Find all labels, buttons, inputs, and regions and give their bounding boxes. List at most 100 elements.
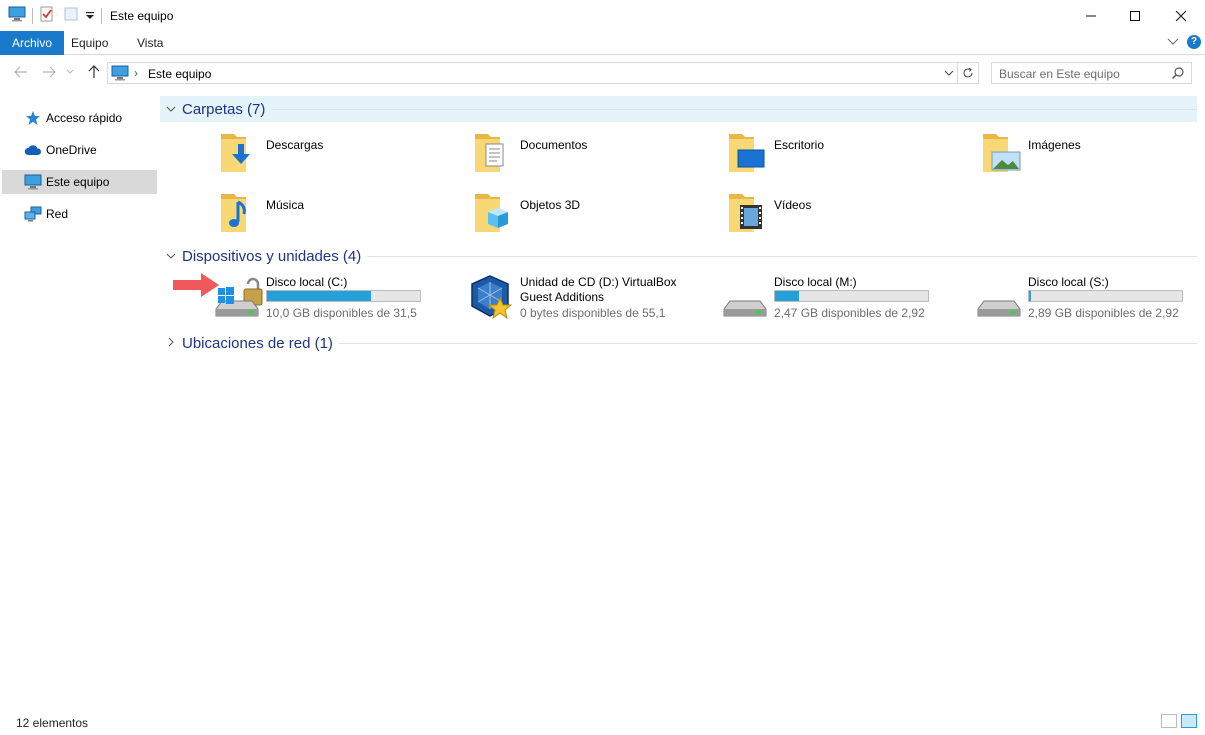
videos-folder-icon [729,194,762,232]
drive-m[interactable]: Disco local (M:) 2,47 GB disponibles de … [722,272,972,328]
chevron-down-icon[interactable] [160,103,182,115]
star-icon [24,110,42,126]
sidebar-item-onedrive[interactable]: OneDrive [2,138,157,162]
drive-c[interactable]: Disco local (C:) 10,0 GB disponibles de … [214,272,464,328]
qat-divider [101,7,102,24]
sidebar-item-label: Red [46,207,69,221]
folder-imagenes[interactable]: Imágenes [982,130,1205,182]
help-button[interactable]: ? [1187,35,1201,49]
sidebar-item-acceso-rapido[interactable]: Acceso rápido [2,106,157,130]
3d-objects-folder-icon [475,194,508,232]
folder-escritorio[interactable]: Escritorio [728,130,968,182]
virtualbox-cd-icon [471,275,513,320]
address-dropdown-icon[interactable] [940,63,958,83]
drive-name-line2: Guest Additions [520,290,605,304]
annotation-arrow-icon [173,273,219,297]
folder-name: Escritorio [774,138,825,152]
group-divider [271,108,1197,110]
maximize-button[interactable] [1112,0,1158,31]
group-title: Ubicaciones de red (1) [182,334,333,352]
documents-folder-icon [475,134,504,172]
tab-archivo[interactable]: Archivo [0,31,65,55]
folder-objetos-3d[interactable]: Objetos 3D [474,190,714,242]
computer-icon [24,174,42,190]
folder-documentos[interactable]: Documentos [474,130,714,182]
drive-s[interactable]: Disco local (S:) 2,89 GB disponibles de … [976,272,1205,328]
drive-usage-bar [266,290,421,302]
music-folder-icon [221,194,246,232]
network-icon [24,206,42,222]
cloud-icon [24,142,42,158]
pictures-folder-icon [983,134,1021,172]
group-header-ubicaciones-red[interactable]: Ubicaciones de red (1) [160,330,1197,356]
status-bar: 12 elementos [0,706,1205,735]
minimize-button[interactable] [1068,0,1114,31]
qat-divider [32,7,33,24]
drive-name: Disco local (M:) [774,275,857,289]
breadcrumb-este-equipo[interactable]: Este equipo [148,67,211,81]
folder-name: Vídeos [774,198,812,212]
search-placeholder: Buscar en Este equipo [999,67,1120,81]
drive-name: Disco local (C:) [266,275,348,289]
drive-name-line1: Unidad de CD (D:) VirtualBox [520,275,677,289]
drive-free-space: 2,89 GB disponibles de 2,92 [1028,306,1179,320]
group-header-carpetas[interactable]: Carpetas (7) [160,96,1197,122]
drive-free-space: 10,0 GB disponibles de 31,5 [266,306,417,320]
folder-name: Música [266,198,305,212]
tiles-view-icon[interactable] [1181,714,1197,728]
details-view-icon[interactable] [1161,714,1177,728]
search-input[interactable]: Buscar en Este equipo [991,62,1192,84]
close-button[interactable] [1158,0,1204,31]
drive-free-space: 0 bytes disponibles de 55,1 [520,306,666,320]
sidebar-item-red[interactable]: Red [2,202,157,226]
properties-icon[interactable] [39,6,55,25]
sidebar-item-label: Este equipo [46,175,110,189]
up-arrow-icon[interactable] [85,64,103,80]
sidebar-item-label: OneDrive [46,143,97,157]
chevron-down-icon[interactable] [160,250,182,262]
drive-icon [977,300,1021,317]
recent-locations-icon[interactable] [64,64,76,80]
expand-ribbon-icon[interactable] [1167,35,1179,49]
folder-musica[interactable]: Música [220,190,460,242]
ribbon-tabs: Archivo Equipo Vista ? [0,31,1205,55]
drive-usage-fill [1029,291,1031,301]
sidebar-item-label: Acceso rápido [46,111,123,125]
sidebar-item-este-equipo[interactable]: Este equipo [2,170,157,194]
group-divider [367,255,1197,257]
search-icon[interactable] [1171,66,1185,83]
refresh-icon[interactable] [958,63,978,83]
folder-name: Imágenes [1028,138,1081,152]
folder-name: Descargas [266,138,324,152]
customize-qat-icon[interactable] [85,9,95,23]
drive-icon [723,300,767,317]
folder-descargas[interactable]: Descargas [220,130,460,182]
chevron-right-icon[interactable] [160,337,182,350]
computer-icon[interactable] [8,6,26,25]
drive-usage-fill [267,291,372,301]
ribbon-controls: ? [1167,35,1201,49]
breadcrumb-separator[interactable]: › [134,66,138,80]
tab-vista[interactable]: Vista [125,31,175,55]
view-switcher [1161,714,1197,728]
window-title: Este equipo [110,9,174,23]
address-bar[interactable]: › Este equipo [107,62,979,84]
item-count: 12 elementos [16,716,89,730]
drive-usage-fill [775,291,799,301]
group-divider [338,342,1197,344]
group-title: Carpetas (7) [182,100,266,118]
quick-access-toolbar [8,6,108,25]
drive-name: Disco local (S:) [1028,275,1109,289]
desktop-folder-icon [729,134,765,172]
drive-usage-bar [1028,290,1183,302]
back-arrow-icon[interactable] [12,64,30,80]
computer-icon [111,65,129,84]
new-folder-icon[interactable] [63,6,79,25]
tab-equipo[interactable]: Equipo [59,31,120,55]
group-header-dispositivos[interactable]: Dispositivos y unidades (4) [160,243,1197,269]
folder-videos[interactable]: Vídeos [728,190,968,242]
content-pane: Carpetas (7) Descargas Documentos Escrit… [160,96,1205,706]
drive-d-cd[interactable]: Unidad de CD (D:) VirtualBox Guest Additi… [468,272,718,328]
forward-arrow-icon[interactable] [40,64,58,80]
navigation-pane: Acceso rápido OneDrive Este equipo Red [0,96,160,706]
